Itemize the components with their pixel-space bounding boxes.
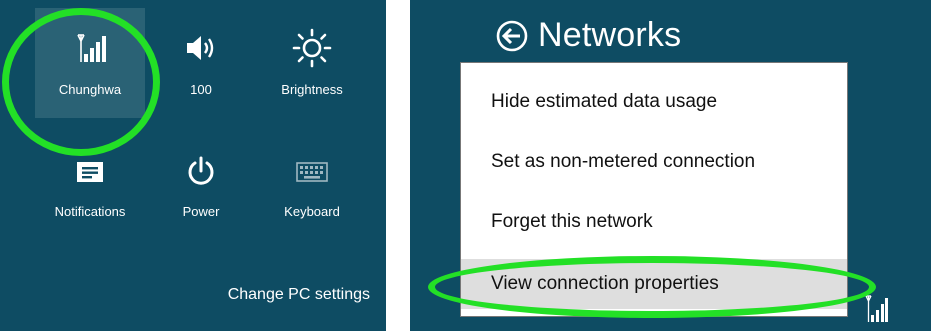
- brightness-tile-label: Brightness: [281, 82, 343, 97]
- menu-item-forget-network[interactable]: Forget this network: [461, 197, 847, 247]
- change-pc-settings-link[interactable]: Change PC settings: [228, 286, 370, 304]
- power-icon: [171, 152, 231, 192]
- menu-item-hide-estimated-data-usage[interactable]: Hide estimated data usage: [461, 77, 847, 127]
- networks-header: Networks: [496, 16, 681, 55]
- keyboard-tile-label: Keyboard: [284, 204, 340, 219]
- power-tile[interactable]: Power: [146, 140, 256, 250]
- network-tile-label: Chunghwa: [58, 82, 122, 97]
- menu-item-view-connection-properties[interactable]: View connection properties: [461, 259, 847, 309]
- back-button[interactable]: [496, 20, 528, 52]
- network-context-menu: Hide estimated data usage Set as non-met…: [460, 62, 848, 317]
- signal-bars-icon: [60, 28, 120, 68]
- settings-quick-panel: Chunghwa 100 Brightness Notifications Po…: [0, 0, 386, 331]
- power-tile-label: Power: [182, 204, 220, 219]
- notifications-tile[interactable]: Notifications: [35, 140, 145, 250]
- back-arrow-icon: [496, 20, 528, 51]
- speaker-icon: [171, 28, 231, 68]
- network-tile[interactable]: Chunghwa: [35, 8, 145, 118]
- signal-bars-icon: [864, 294, 888, 329]
- menu-item-set-non-metered[interactable]: Set as non-metered connection: [461, 137, 847, 187]
- notifications-icon: [60, 152, 120, 192]
- brightness-tile[interactable]: Brightness: [257, 8, 367, 118]
- keyboard-icon: [282, 152, 342, 192]
- page-title: Networks: [538, 16, 682, 54]
- volume-tile[interactable]: 100: [146, 8, 256, 118]
- volume-tile-label: 100: [190, 82, 212, 97]
- brightness-icon: [282, 28, 342, 68]
- keyboard-tile[interactable]: Keyboard: [257, 140, 367, 250]
- notifications-tile-label: Notifications: [54, 204, 126, 219]
